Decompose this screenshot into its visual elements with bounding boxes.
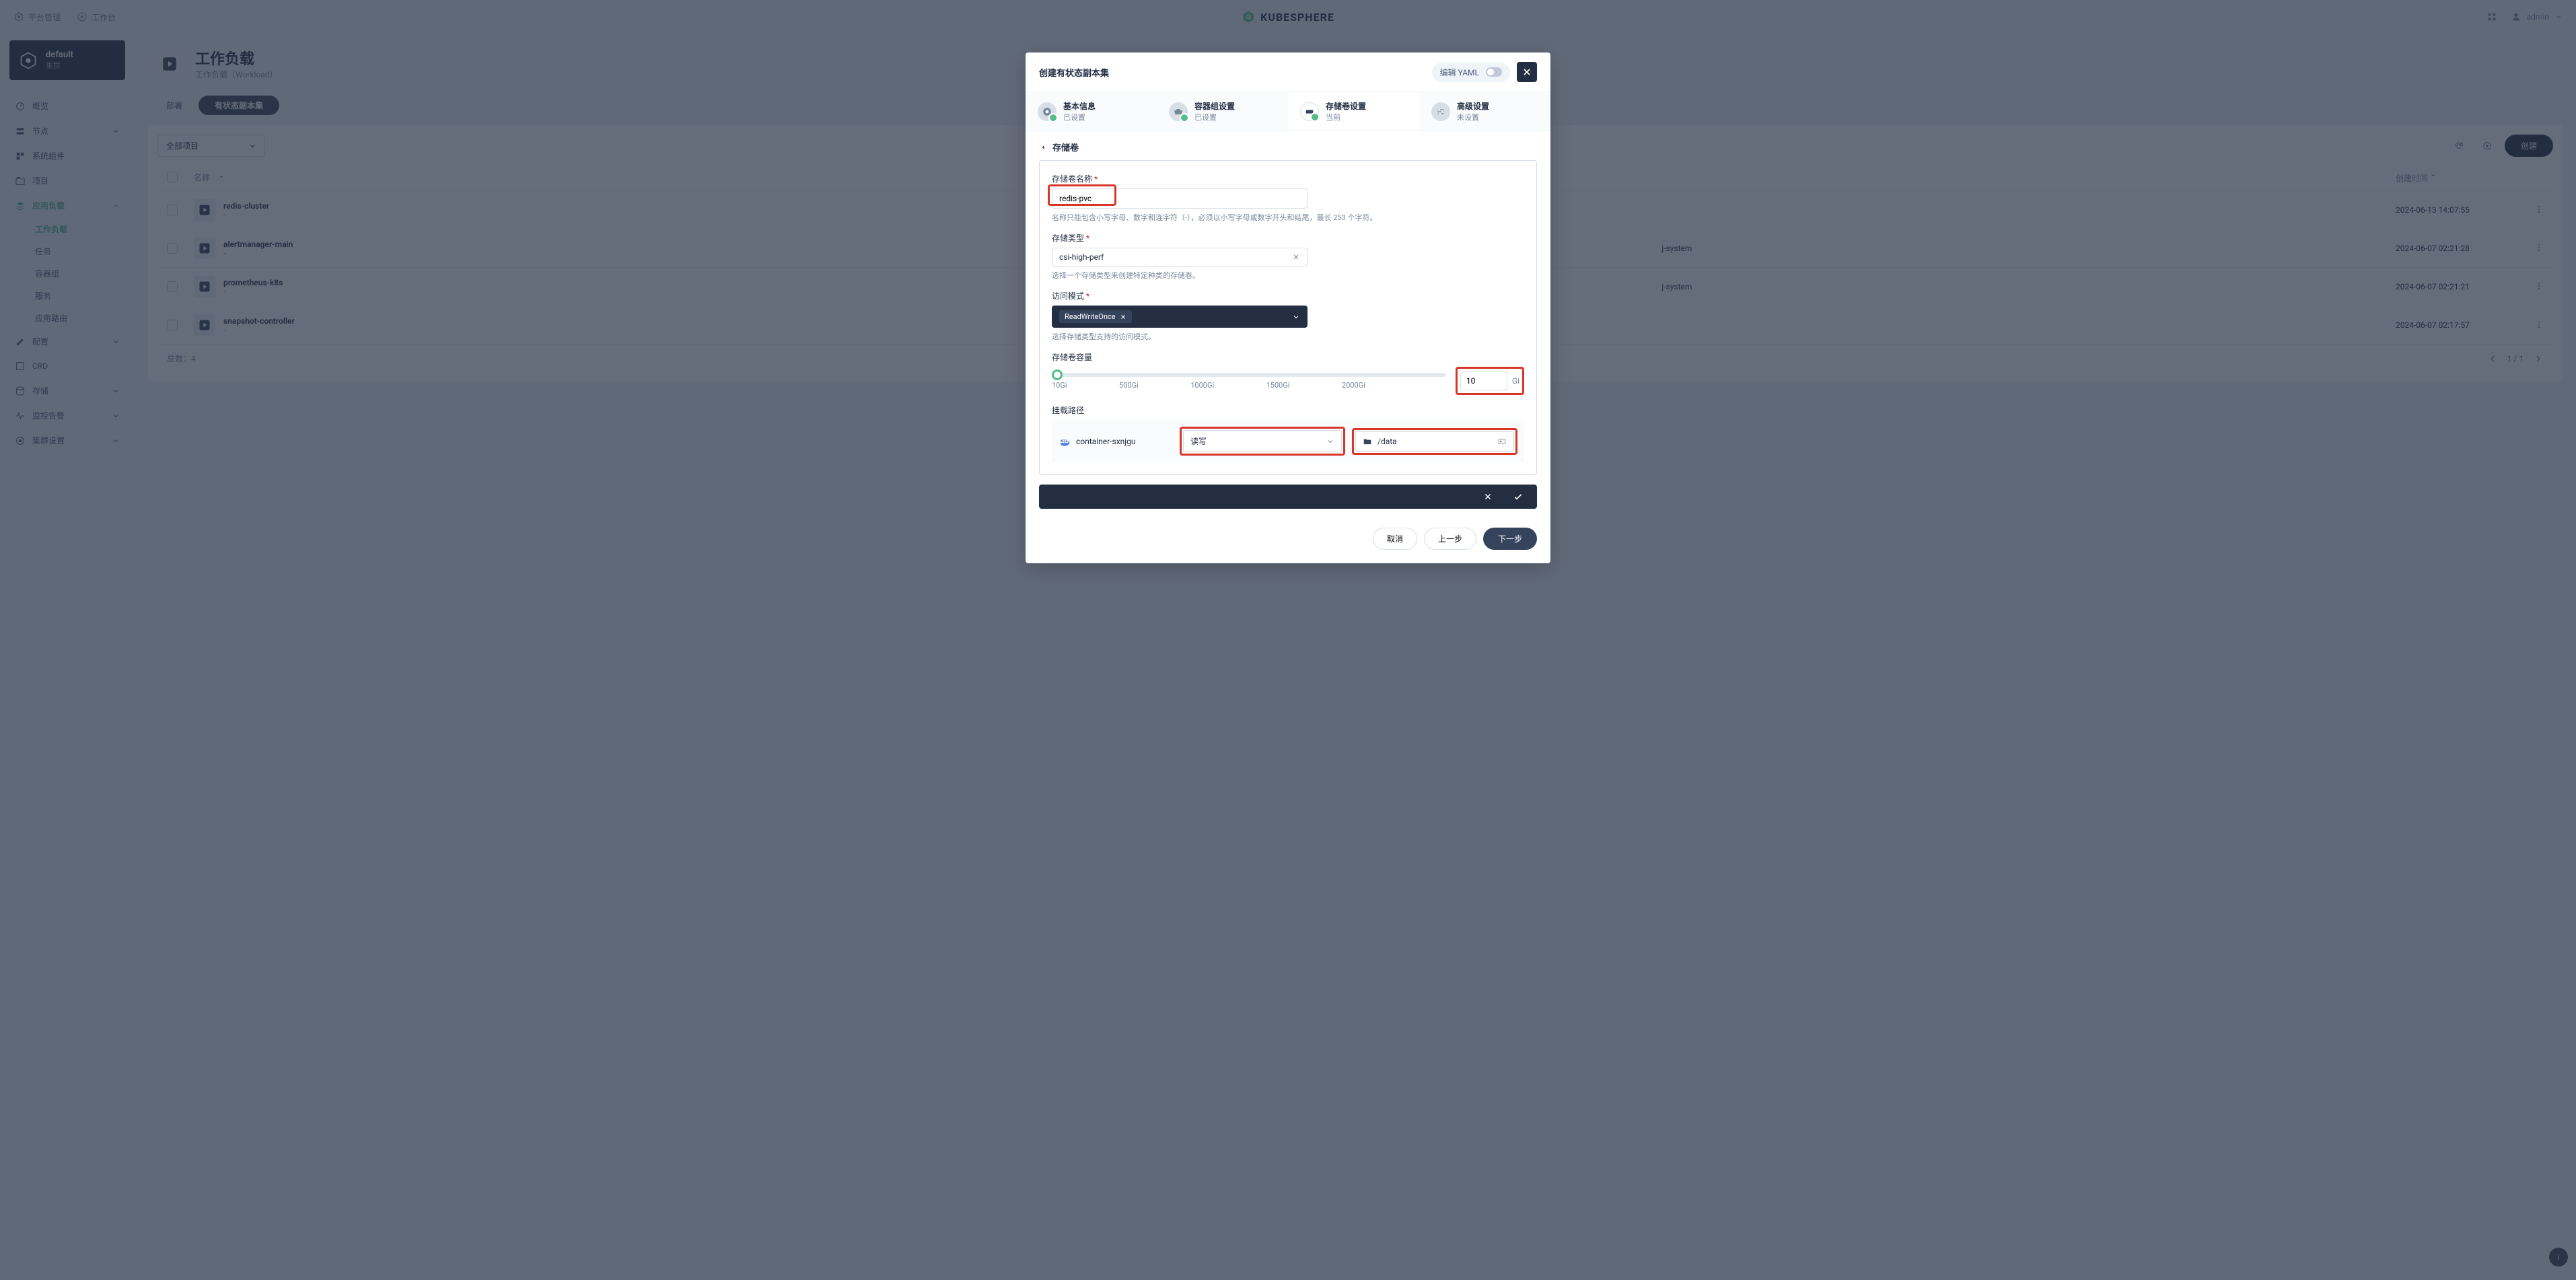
mount-container: container-sxnjgu (1059, 435, 1173, 448)
modal-title: 创建有状态副本集 (1039, 66, 1109, 79)
yaml-toggle[interactable]: 编辑 YAML (1432, 63, 1510, 82)
section-head: 存储卷 (1039, 141, 1537, 153)
subpath-icon[interactable] (1497, 437, 1507, 446)
caret-left-icon[interactable] (1039, 143, 1047, 151)
capacity-slider[interactable] (1052, 373, 1446, 377)
mount-mode-select[interactable]: 读写 (1183, 430, 1342, 452)
highlight-capacity: Gi (1456, 367, 1524, 395)
wizard-steps: 基本信息已设置 容器组设置已设置 存储卷设置当前 高级设置未设置 (1026, 92, 1550, 131)
step-advanced[interactable]: 高级设置未设置 (1419, 92, 1550, 131)
volume-name-help: 名称只能包含小写字母、数字和连字符（-），必须以小写字母或数字开头和结尾，最长 … (1052, 212, 1524, 223)
volume-name-input[interactable] (1052, 188, 1308, 209)
capacity-unit: Gi (1512, 376, 1519, 386)
modal-body: 存储卷 存储卷名称* 名称只能包含小写字母、数字和连字符（-），必须以小写字母或… (1026, 131, 1550, 518)
mount-path-input[interactable]: /data (1355, 431, 1514, 452)
modal-header: 创建有状态副本集 编辑 YAML (1026, 52, 1550, 92)
sliders-icon (1431, 102, 1450, 121)
folder-icon (1363, 437, 1372, 446)
toggle-switch (1486, 67, 1502, 77)
next-button[interactable]: 下一步 (1483, 528, 1537, 550)
field-storage-type: 存储类型* csi-high-perf 选择一个存储类型来创建特定种类的存储卷。 (1052, 232, 1524, 281)
step-pod[interactable]: 容器组设置已设置 (1157, 92, 1288, 131)
modal-footer: 取消 上一步 下一步 (1026, 518, 1550, 563)
storage-type-select[interactable]: csi-high-perf (1052, 248, 1308, 266)
create-statefulset-modal: 创建有状态副本集 编辑 YAML 基本信息已设置 容器组设置已设置 存储卷设置当… (1026, 52, 1550, 563)
field-mount: 挂载路径 container-sxnjgu 读写 (1052, 404, 1524, 462)
container-icon (1169, 102, 1188, 121)
field-volume-name: 存储卷名称* 名称只能包含小写字母、数字和连字符（-），必须以小写字母或数字开头… (1052, 173, 1524, 223)
volume-form: 存储卷名称* 名称只能包含小写字母、数字和连字符（-），必须以小写字母或数字开头… (1039, 160, 1537, 475)
confirm-icon[interactable] (1513, 491, 1524, 502)
access-mode-label: 访问模式* (1052, 290, 1524, 301)
mount-row: container-sxnjgu 读写 /data (1052, 420, 1524, 462)
chevron-down-icon (1326, 437, 1334, 446)
field-capacity: 存储卷容量 10Gi 500Gi 1000Gi 1500Gi 2000Gi (1052, 351, 1524, 395)
capacity-label: 存储卷容量 (1052, 351, 1524, 363)
info-icon (1038, 102, 1057, 121)
capacity-input[interactable] (1460, 371, 1507, 390)
docker-icon (1059, 435, 1071, 448)
slider-thumb[interactable] (1052, 369, 1063, 380)
discard-icon[interactable] (1483, 492, 1493, 501)
volume-name-label: 存储卷名称* (1052, 173, 1524, 184)
mount-label: 挂载路径 (1052, 404, 1524, 416)
slider-ticks: 10Gi 500Gi 1000Gi 1500Gi 2000Gi (1052, 381, 1446, 390)
volume-icon (1300, 102, 1319, 121)
access-mode-chip: ReadWriteOnce (1059, 310, 1132, 323)
storage-type-label: 存储类型* (1052, 232, 1524, 244)
step-volume[interactable]: 存储卷设置当前 (1288, 92, 1419, 131)
highlight-mount-mode: 读写 (1180, 427, 1345, 456)
prev-button[interactable]: 上一步 (1424, 528, 1476, 550)
storage-type-help: 选择一个存储类型来创建特定种类的存储卷。 (1052, 270, 1524, 281)
access-mode-select[interactable]: ReadWriteOnce (1052, 306, 1308, 328)
chevron-down-icon (1292, 313, 1300, 321)
form-action-bar (1039, 485, 1537, 509)
clear-icon[interactable] (1292, 253, 1300, 261)
access-mode-help: 选择存储类型支持的访问模式。 (1052, 331, 1524, 342)
chip-remove-icon[interactable] (1120, 314, 1126, 320)
cancel-button[interactable]: 取消 (1373, 528, 1417, 550)
close-button[interactable] (1517, 62, 1537, 82)
highlight-mount-path: /data (1352, 428, 1517, 455)
field-access-mode: 访问模式* ReadWriteOnce 选择存储类型支持的访问模式。 (1052, 290, 1524, 342)
step-basic[interactable]: 基本信息已设置 (1026, 92, 1157, 131)
close-icon (1522, 67, 1532, 77)
